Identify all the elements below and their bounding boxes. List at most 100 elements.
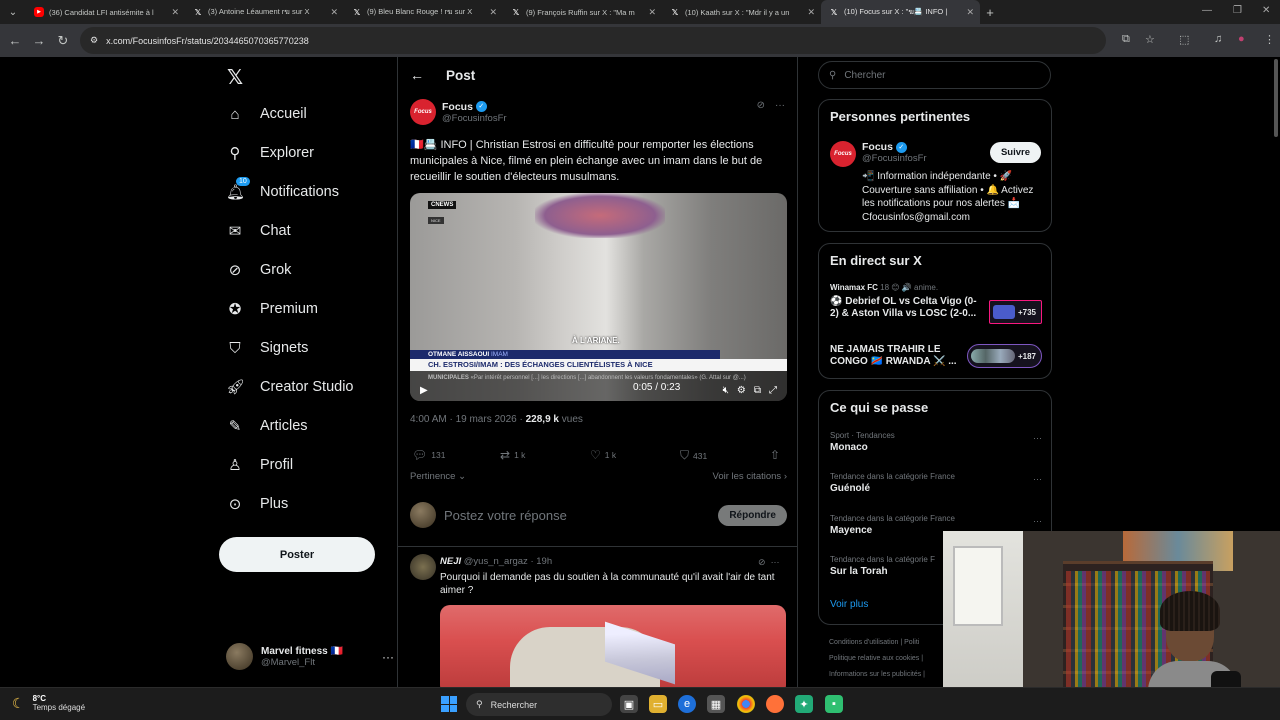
post-timestamp[interactable]: 4:00 AM · 19 mars 2026 ·: [410, 414, 526, 425]
taskbar-search[interactable]: ⚲ Rechercher: [466, 693, 612, 716]
post-button[interactable]: Poster: [219, 537, 375, 572]
close-tab-icon[interactable]: ✕: [807, 7, 815, 18]
footer-link[interactable]: Politique relative aux cookies |: [829, 651, 944, 667]
back-arrow-icon[interactable]: ←: [3, 33, 27, 48]
more-horizontal-icon[interactable]: ···: [382, 650, 394, 664]
forward-arrow-icon[interactable]: →: [27, 33, 51, 48]
back-arrow-icon[interactable]: ←: [410, 67, 424, 83]
nav-item-chat[interactable]: ✉ Chat: [226, 217, 291, 245]
store-icon[interactable]: ▦: [707, 695, 725, 713]
play-icon[interactable]: ▶: [420, 385, 428, 396]
avatar[interactable]: [410, 554, 436, 580]
follow-button[interactable]: Suivre: [989, 142, 1041, 163]
nav-item-more[interactable]: ⊙ Plus: [226, 490, 289, 518]
search-input[interactable]: ⚲ Chercher: [818, 61, 1051, 89]
browser-tab-active[interactable]: 𝕏 (10) Focus sur X : "ฆ📇 INFO | ✕: [821, 0, 980, 24]
footer-link[interactable]: Informations sur les publicités |: [829, 667, 944, 683]
author-avatar[interactable]: Focus: [410, 99, 436, 125]
extensions-icon[interactable]: ⬚: [1179, 33, 1189, 46]
x-logo-icon[interactable]: 𝕏: [227, 65, 243, 90]
sort-dropdown[interactable]: Pertinence ⌄: [410, 471, 466, 482]
nav-item-articles[interactable]: ✎ Articles: [226, 412, 308, 440]
close-tab-icon[interactable]: ✕: [648, 7, 656, 18]
file-explorer-icon[interactable]: ▭: [649, 695, 667, 713]
reply-action[interactable]: 💬︎ 131: [412, 448, 445, 462]
close-tab-icon[interactable]: ✕: [330, 7, 338, 18]
edge-icon[interactable]: e: [678, 695, 696, 713]
more-horizontal-icon[interactable]: ···: [1033, 474, 1042, 484]
reply-author-name[interactable]: NEJI: [440, 556, 461, 567]
address-bar[interactable]: ⚙ x.com/FocusinfosFr/status/203446507036…: [80, 27, 1106, 54]
nav-item-bookmarks[interactable]: ⛉ Signets: [226, 334, 308, 362]
more-horizontal-icon[interactable]: ···: [775, 100, 785, 111]
cast-icon[interactable]: ⧉: [1122, 33, 1130, 46]
nav-item-explore[interactable]: ⚲ Explorer: [226, 139, 315, 167]
grok-icon[interactable]: ⊘: [757, 100, 765, 111]
new-tab-button[interactable]: +: [980, 5, 1000, 20]
browser-tab[interactable]: 𝕏 (3) Antoine Léaument rฆ sur X ✕: [185, 0, 344, 24]
browser-tab[interactable]: ▶ (36) Candidat LFI antisémite à l ✕: [26, 0, 185, 24]
show-more-link[interactable]: Voir plus: [830, 599, 868, 610]
live-listeners-pill[interactable]: +735: [988, 300, 1042, 324]
nav-item-grok[interactable]: ⊘ Grok: [226, 256, 292, 284]
restore-icon[interactable]: ❐: [1233, 5, 1242, 16]
repost-action[interactable]: ⇄ 1 k: [500, 448, 525, 462]
author-handle[interactable]: @FocusinfosFr: [442, 113, 507, 124]
app-icon[interactable]: ▪: [825, 695, 843, 713]
volume-mute-icon[interactable]: 🔇︎: [723, 385, 729, 396]
close-tab-icon[interactable]: ✕: [171, 7, 179, 18]
chrome-icon[interactable]: [737, 695, 755, 713]
reply-image[interactable]: [440, 605, 786, 687]
tab-search-button[interactable]: ⌄: [0, 0, 26, 24]
media-icon[interactable]: ♫: [1214, 33, 1222, 45]
settings-gear-icon[interactable]: ⚙: [737, 385, 746, 396]
reply-time[interactable]: · 19h: [530, 556, 552, 567]
grok-icon[interactable]: ⊘: [758, 557, 766, 567]
trend-item[interactable]: Sport · Tendances Monaco ···: [830, 431, 1042, 453]
account-switcher[interactable]: Marvel fitness 🇫🇷 @Marvel_Flt ···: [226, 643, 394, 670]
person-handle[interactable]: @FocusinfosFr: [862, 153, 927, 164]
like-action[interactable]: ♡ 1 k: [590, 448, 616, 462]
more-horizontal-icon[interactable]: ···: [771, 557, 780, 567]
close-window-icon[interactable]: ✕: [1262, 5, 1270, 16]
reply-input[interactable]: Postez votre réponse: [444, 508, 710, 523]
weather-widget[interactable]: ☾ 8°C Temps dégagé: [12, 694, 85, 712]
author-name[interactable]: Focus: [442, 101, 473, 113]
person-name[interactable]: Focus: [862, 141, 893, 153]
windows-start-icon[interactable]: [441, 696, 457, 712]
live-item[interactable]: Winamax FC 18 😊 🔊 anime. ⚽ Debrief OL vs…: [830, 283, 1042, 324]
nav-item-creator-studio[interactable]: 🚀︎ Creator Studio: [226, 373, 354, 401]
share-action[interactable]: ⇧: [770, 448, 780, 462]
browser-tab[interactable]: 𝕏 (10) Kaath sur X : "Mdr il y a un ✕: [662, 0, 821, 24]
fullscreen-icon[interactable]: ⤢: [769, 385, 777, 396]
live-listeners-pill[interactable]: +187: [966, 344, 1042, 368]
scrollbar-thumb[interactable]: [1274, 59, 1278, 137]
browser-tab[interactable]: 𝕏 (9) François Ruffin sur X : "Ma m ✕: [503, 0, 662, 24]
reply-author-handle[interactable]: @yus_n_argaz: [464, 556, 528, 567]
more-horizontal-icon[interactable]: ···: [1033, 433, 1042, 443]
more-horizontal-icon[interactable]: ···: [1033, 516, 1042, 526]
live-item[interactable]: NE JAMAIS TRAHIR LE CONGO 🇨🇩 RWANDA ⚔️ .…: [830, 344, 1042, 368]
reply-button[interactable]: Répondre: [718, 504, 787, 526]
nav-item-profile[interactable]: ♙ Profil: [226, 451, 293, 479]
task-view-icon[interactable]: ▣: [620, 695, 638, 713]
trend-item[interactable]: Tendance dans la catégorie France Guénolé…: [830, 472, 1042, 494]
site-info-icon[interactable]: ⚙: [90, 35, 98, 46]
firefox-icon[interactable]: [766, 695, 784, 713]
reload-icon[interactable]: ↻: [51, 33, 75, 49]
minimize-icon[interactable]: —: [1202, 5, 1212, 16]
footer-link[interactable]: Conditions d'utilisation | Politi: [829, 635, 944, 651]
person-avatar[interactable]: Focus: [830, 141, 856, 167]
nav-item-home[interactable]: ⌂ Accueil: [226, 100, 306, 128]
menu-icon[interactable]: ⋮: [1264, 33, 1275, 46]
app-icon[interactable]: ✦: [795, 695, 813, 713]
post-author[interactable]: Focus Focus ✓ @FocusinfosFr: [410, 99, 507, 125]
close-tab-icon[interactable]: ✕: [966, 7, 974, 18]
profile-icon[interactable]: ●: [1238, 33, 1245, 45]
nav-item-premium[interactable]: ✪ Premium: [226, 295, 318, 323]
bookmark-action[interactable]: ⛉ 431: [680, 448, 707, 463]
nav-item-notifications[interactable]: 🔔︎ 10 Notifications: [226, 177, 339, 206]
video-player[interactable]: CNEWS NICE À L'ARIANE. OTMANE AISSAOUI I…: [410, 193, 787, 401]
close-tab-icon[interactable]: ✕: [489, 7, 497, 18]
bookmark-star-icon[interactable]: ☆: [1145, 33, 1155, 46]
